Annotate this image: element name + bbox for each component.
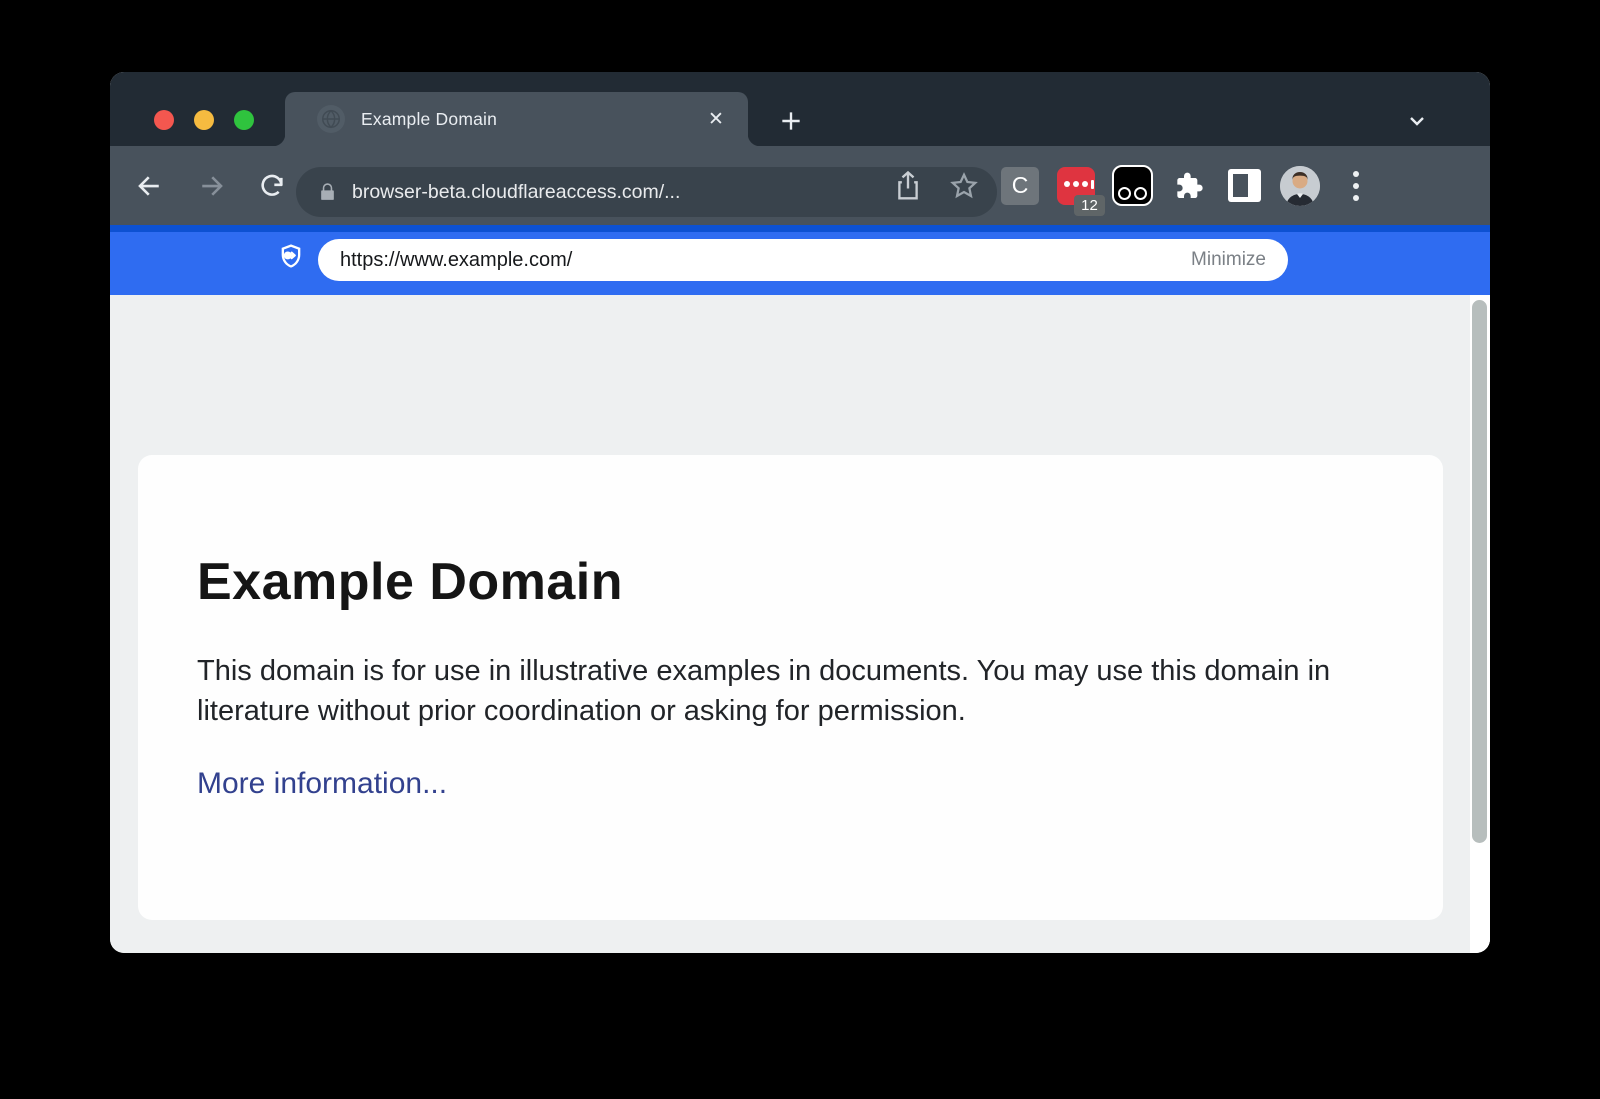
new-tab-button[interactable] xyxy=(774,104,808,138)
zoom-window-button[interactable] xyxy=(234,110,254,130)
page-paragraph: This domain is for use in illustrative e… xyxy=(197,651,1347,731)
isolation-url-bar: https://www.example.com/ Minimize xyxy=(110,225,1490,295)
back-button[interactable] xyxy=(128,164,172,208)
globe-favicon-icon xyxy=(317,105,345,133)
extension-count-badge: 12 xyxy=(1074,195,1105,216)
reload-button[interactable] xyxy=(250,164,294,208)
page-heading: Example Domain xyxy=(197,551,1443,613)
extension-goggles-icon[interactable] xyxy=(1104,158,1160,214)
scrollbar-track[interactable] xyxy=(1470,295,1490,953)
tab-search-chevron-down-icon[interactable] xyxy=(1400,106,1434,136)
tab-close-icon[interactable]: ✕ xyxy=(702,105,730,133)
lock-icon xyxy=(318,181,337,203)
browser-toolbar: browser-beta.cloudflareaccess.com/... C xyxy=(110,146,1490,225)
page-viewport: Example Domain This domain is for use in… xyxy=(110,295,1490,953)
tab-title: Example Domain xyxy=(361,109,702,130)
kebab-menu-icon[interactable] xyxy=(1328,158,1384,214)
profile-avatar[interactable] xyxy=(1272,158,1328,214)
minimize-window-button[interactable] xyxy=(194,110,214,130)
close-window-button[interactable] xyxy=(154,110,174,130)
forward-button[interactable] xyxy=(189,164,233,208)
isolated-url-input[interactable]: https://www.example.com/ Minimize xyxy=(318,239,1288,281)
macos-window-controls xyxy=(154,110,254,130)
tab-example-domain[interactable]: Example Domain ✕ xyxy=(285,92,748,146)
password-dots-icon xyxy=(1064,180,1094,189)
browser-window: Example Domain ✕ xyxy=(110,72,1490,953)
address-bar-url: browser-beta.cloudflareaccess.com/... xyxy=(352,181,680,204)
minimize-bar-button[interactable]: Minimize xyxy=(1191,249,1266,271)
extension-c-icon[interactable]: C xyxy=(992,158,1048,214)
isolation-shield-icon xyxy=(277,242,302,267)
tab-strip: Example Domain ✕ xyxy=(110,72,1490,146)
toolbar-actions: C 12 xyxy=(880,146,1384,225)
isolated-url-value: https://www.example.com/ xyxy=(340,249,1191,272)
more-information-link[interactable]: More information... xyxy=(197,767,447,801)
side-panel-button[interactable] xyxy=(1216,158,1272,214)
scrollbar-thumb[interactable] xyxy=(1472,300,1487,843)
extensions-puzzle-icon[interactable] xyxy=(1160,158,1216,214)
share-button[interactable] xyxy=(880,158,936,214)
bookmark-star-button[interactable] xyxy=(936,158,992,214)
example-domain-card: Example Domain This domain is for use in… xyxy=(138,455,1443,920)
extension-red-dots-icon[interactable]: 12 xyxy=(1048,158,1104,214)
